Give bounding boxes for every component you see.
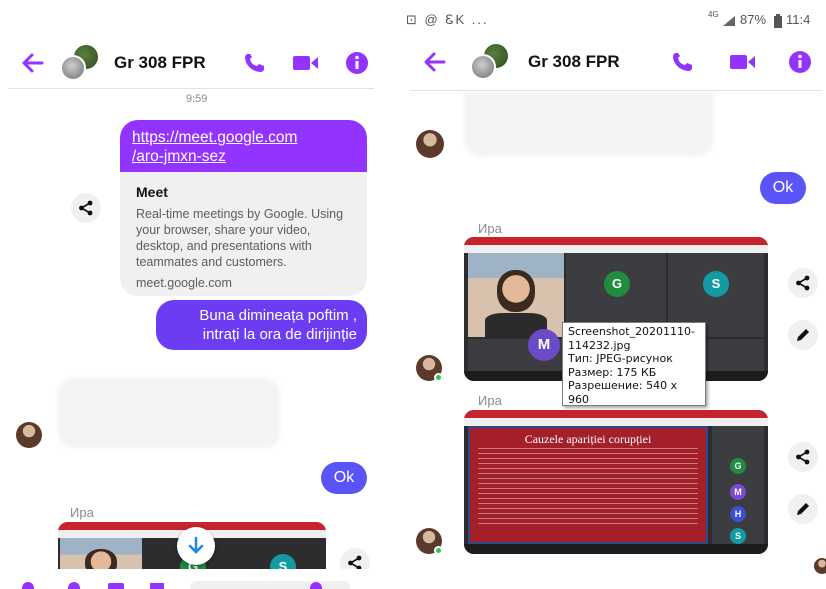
online-indicator-2 bbox=[434, 546, 443, 555]
status-left-icons: ⊡ @ ᏋK ... bbox=[406, 12, 489, 27]
online-indicator bbox=[434, 373, 443, 382]
side-tile-m: M bbox=[730, 484, 746, 500]
presentation-slide: Cauzele apariției corupției bbox=[468, 426, 708, 544]
participant-tile-m: M bbox=[528, 329, 560, 361]
composer-bar bbox=[0, 569, 398, 589]
preview-title: Meet bbox=[136, 184, 168, 200]
composer-icons bbox=[22, 581, 350, 589]
side-tile-h: H bbox=[730, 506, 746, 522]
redacted-message bbox=[464, 92, 714, 156]
ok-message-bubble[interactable]: Ok bbox=[760, 172, 806, 204]
tooltip-size: Размер: 175 КБ bbox=[568, 365, 657, 379]
sender-avatar-3[interactable] bbox=[416, 528, 443, 555]
video-icon[interactable] bbox=[726, 50, 758, 74]
link-message-bubble[interactable]: https://meet.google.com /aro-jmxn-sez bbox=[120, 120, 367, 172]
edit-icon bbox=[797, 503, 809, 515]
chat-header: Gr 308 FPR bbox=[402, 42, 826, 82]
tooltip-resolution: Разрешение: 540 x 960 bbox=[568, 379, 678, 406]
redacted-message bbox=[58, 378, 280, 448]
tooltip-filename-2: 114232.jpg bbox=[568, 338, 631, 352]
edit-button[interactable] bbox=[788, 320, 818, 350]
meet-link-line1[interactable]: https://meet.google.com bbox=[132, 128, 355, 147]
file-tooltip: Screenshot_20201110- 114232.jpg Тип: JPE… bbox=[562, 322, 706, 419]
slide-title: Cauzele apariției corupției bbox=[524, 432, 652, 446]
sender-avatar[interactable] bbox=[416, 130, 444, 158]
clock: 11:4 bbox=[786, 12, 811, 27]
group-avatar[interactable] bbox=[470, 44, 510, 80]
message-line1: Buna dimineața poftim , bbox=[199, 307, 357, 324]
header-divider bbox=[410, 90, 822, 91]
sender-name: Ира bbox=[70, 505, 94, 520]
share-button[interactable] bbox=[788, 268, 818, 298]
phone-icon[interactable] bbox=[670, 50, 696, 74]
tooltip-type: Тип: JPEG-рисунок bbox=[568, 352, 673, 365]
phone-icon[interactable] bbox=[242, 51, 268, 75]
share-button[interactable] bbox=[71, 193, 101, 223]
network-type: 4G bbox=[708, 10, 719, 19]
header-divider bbox=[8, 88, 374, 89]
signal-icon bbox=[723, 16, 735, 26]
side-tile-s: S bbox=[730, 528, 746, 544]
link-preview-card[interactable]: Meet Real-time meetings by Google. Using… bbox=[120, 172, 367, 296]
back-arrow-icon[interactable] bbox=[420, 48, 450, 76]
tooltip-filename-1: Screenshot_20201110- bbox=[568, 325, 696, 338]
left-screenshot: Gr 308 FPR 9:59 https://meet.google.com … bbox=[0, 0, 398, 589]
chat-title[interactable]: Gr 308 FPR bbox=[114, 53, 206, 73]
message-timestamp: 9:59 bbox=[186, 93, 208, 105]
chat-title[interactable]: Gr 308 FPR bbox=[528, 52, 620, 72]
status-bar: ⊡ @ ᏋK ... 4G 87% 11:4 bbox=[402, 10, 826, 32]
participant-tile-g: G bbox=[604, 271, 630, 297]
text-message-bubble[interactable]: Buna dimineața poftim , intrați la ora d… bbox=[156, 300, 367, 350]
download-icon bbox=[188, 536, 204, 554]
side-tile-g: G bbox=[730, 458, 746, 474]
battery-icon bbox=[774, 14, 782, 28]
message-line2: intrați la ora de dirijinție bbox=[202, 326, 357, 343]
right-screenshot: ⊡ @ ᏋK ... 4G 87% 11:4 Gr 308 FPR Ok Ира… bbox=[402, 0, 826, 589]
sender-avatar-2[interactable] bbox=[416, 355, 443, 382]
meet-link-line2[interactable]: /aro-jmxn-sez bbox=[132, 147, 355, 166]
battery-percent: 87% bbox=[740, 12, 767, 27]
scroll-down-button[interactable] bbox=[177, 527, 215, 565]
sender-name: Ира bbox=[478, 221, 502, 236]
participant-tile-s: S bbox=[703, 271, 729, 297]
ok-message-bubble[interactable]: Ok bbox=[321, 462, 367, 494]
seen-avatar bbox=[814, 558, 826, 574]
sender-avatar[interactable] bbox=[16, 422, 42, 448]
share-icon bbox=[796, 449, 810, 465]
edit-icon bbox=[797, 329, 809, 341]
preview-domain: meet.google.com bbox=[136, 276, 232, 290]
share-button-2[interactable] bbox=[788, 442, 818, 472]
edit-button-2[interactable] bbox=[788, 494, 818, 524]
image-attachment-2[interactable]: Cauzele apariției corupției G M H S bbox=[464, 410, 768, 554]
preview-description: Real-time meetings by Google. Using your… bbox=[136, 207, 344, 269]
share-icon bbox=[79, 200, 93, 216]
video-icon[interactable] bbox=[290, 51, 320, 75]
sender-name-2: Ира bbox=[478, 393, 502, 408]
back-arrow-icon[interactable] bbox=[18, 49, 48, 77]
info-icon[interactable] bbox=[787, 50, 813, 74]
info-icon[interactable] bbox=[344, 51, 370, 75]
group-avatar[interactable] bbox=[60, 45, 100, 81]
share-icon bbox=[796, 275, 810, 291]
chat-header: Gr 308 FPR bbox=[0, 43, 398, 83]
